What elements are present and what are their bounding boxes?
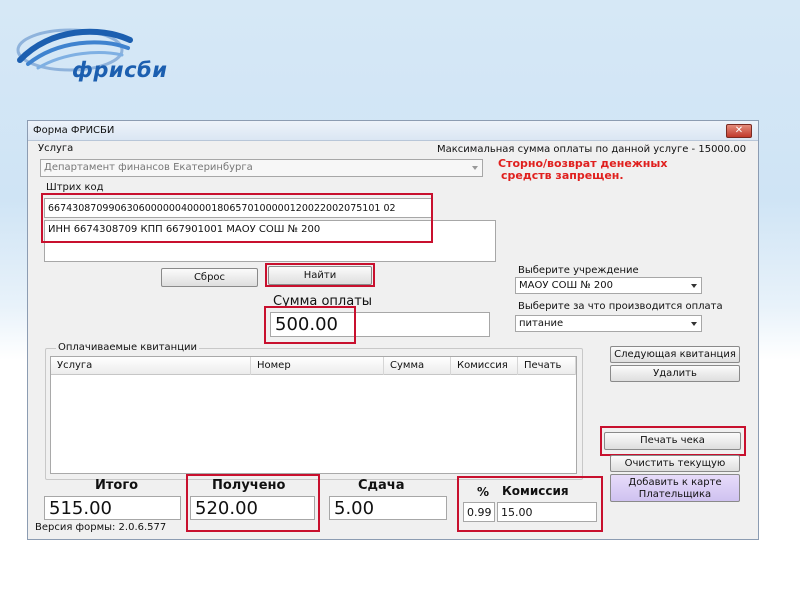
purpose-select[interactable]: питание xyxy=(515,315,702,332)
receipts-group-label: Оплачиваемые квитанции xyxy=(56,342,200,353)
add-card-label-line1: Добавить к карте xyxy=(628,477,722,488)
form-version: Версия формы: 2.0.6.577 xyxy=(35,522,167,533)
institution-select[interactable]: МАОУ СОШ № 200 xyxy=(515,277,702,294)
column-commission[interactable]: Комиссия xyxy=(451,357,518,375)
service-select-value: Департамент финансов Екатеринбурга xyxy=(44,162,253,173)
window-titlebar: Форма ФРИСБИ ✕ xyxy=(28,121,758,141)
column-print[interactable]: Печать xyxy=(518,357,576,375)
barcode-label: Штрих код xyxy=(46,182,104,193)
commission-label: Комиссия xyxy=(502,484,569,498)
warning-line-2: средств запрещен. xyxy=(501,169,624,182)
barcode-details-field[interactable]: ИНН 6674308709 КПП 667901001 МАОУ СОШ № … xyxy=(44,220,496,262)
commission-field: 15.00 xyxy=(497,502,597,522)
change-label: Сдача xyxy=(358,478,405,493)
receipts-table-header: Услуга Номер Сумма Комиссия Печать xyxy=(51,357,576,375)
percent-label: % xyxy=(477,485,490,499)
chevron-down-icon xyxy=(691,283,697,288)
service-label: Услуга xyxy=(38,143,74,154)
close-button[interactable]: ✕ xyxy=(726,124,752,138)
add-card-label-line2: Плательщика xyxy=(638,489,712,500)
amount-label: Сумма оплаты xyxy=(273,294,373,309)
add-to-payer-card-button[interactable]: Добавить к карте Плательщика xyxy=(610,474,740,502)
chevron-down-icon xyxy=(691,321,697,326)
received-input[interactable]: 520.00 xyxy=(190,496,315,520)
total-label: Итого xyxy=(95,478,139,493)
reset-button[interactable]: Сброс xyxy=(161,268,258,287)
window-title: Форма ФРИСБИ xyxy=(33,125,115,136)
total-field: 515.00 xyxy=(44,496,181,520)
print-check-button[interactable]: Печать чека xyxy=(604,432,741,450)
column-sum[interactable]: Сумма xyxy=(384,357,451,375)
chevron-down-icon xyxy=(472,166,478,170)
percent-field: 0.99 xyxy=(463,502,495,522)
max-amount-info: Максимальная сумма оплаты по данной услу… xyxy=(437,144,747,155)
receipts-table: Услуга Номер Сумма Комиссия Печать xyxy=(50,356,577,474)
purpose-label: Выберите за что производится оплата xyxy=(518,301,723,312)
purpose-select-value: питание xyxy=(519,318,564,329)
received-label: Получено xyxy=(212,478,286,493)
barcode-input[interactable]: 6674308709906306000000400001806570100000… xyxy=(44,198,432,218)
institution-label: Выберите учреждение xyxy=(518,265,639,276)
clear-current-button[interactable]: Очистить текущую xyxy=(610,455,740,472)
institution-select-value: МАОУ СОШ № 200 xyxy=(519,280,614,291)
logo-wordmark: фрисби xyxy=(72,58,168,82)
amount-input[interactable]: 500.00 xyxy=(270,312,490,337)
next-receipt-button[interactable]: Следующая квитанция xyxy=(610,346,740,363)
column-service[interactable]: Услуга xyxy=(51,357,251,375)
delete-button[interactable]: Удалить xyxy=(610,365,740,382)
column-number[interactable]: Номер xyxy=(251,357,384,375)
service-select[interactable]: Департамент финансов Екатеринбурга xyxy=(40,159,483,177)
change-field: 5.00 xyxy=(329,496,447,520)
find-button[interactable]: Найти xyxy=(268,266,372,285)
